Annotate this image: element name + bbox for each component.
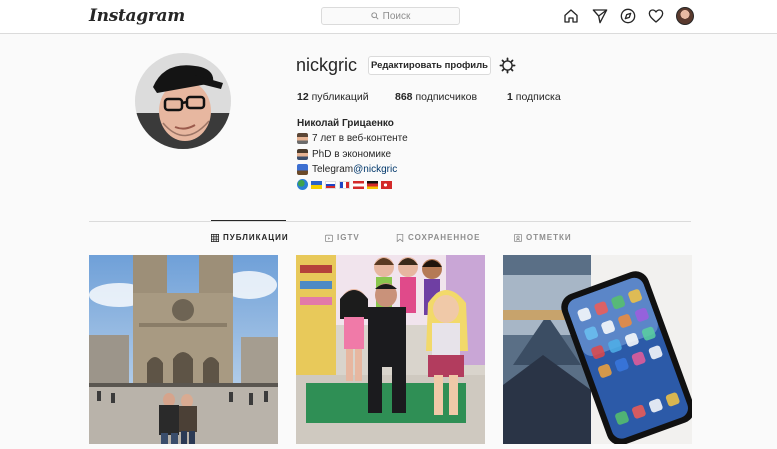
bookmark-icon bbox=[396, 233, 404, 242]
activity-heart-icon[interactable] bbox=[648, 8, 664, 24]
stat-posts: 12 публикаций bbox=[297, 91, 369, 103]
tagged-icon bbox=[514, 233, 522, 242]
edit-profile-button[interactable]: Редактировать профиль bbox=[368, 56, 491, 75]
telegram-link[interactable]: @nickgric bbox=[353, 164, 397, 175]
posts-label: публикаций bbox=[311, 91, 369, 103]
settings-gear-icon[interactable] bbox=[499, 57, 516, 74]
bio-text-2: PhD в экономике bbox=[312, 149, 392, 160]
bio-text-1: 7 лет в веб-контенте bbox=[312, 133, 408, 144]
bio-text-3: Telegram bbox=[312, 164, 354, 175]
home-icon[interactable] bbox=[563, 8, 579, 24]
profile-username: nickgric bbox=[296, 55, 358, 75]
man-teacher-icon bbox=[297, 149, 308, 160]
bio-line-2: PhD в экономике bbox=[297, 149, 391, 160]
following-label: подписка bbox=[515, 91, 561, 103]
post-thumbnail-1[interactable] bbox=[89, 255, 278, 444]
flag-turkey-icon bbox=[381, 180, 392, 189]
flag-russia-icon bbox=[325, 180, 336, 189]
bio-line-1: 7 лет в веб-контенте bbox=[297, 133, 408, 144]
tab-posts-label: ПУБЛИКАЦИИ bbox=[223, 233, 289, 242]
search-placeholder: Поиск bbox=[382, 10, 411, 22]
following-count: 1 bbox=[507, 91, 513, 103]
posts-count: 12 bbox=[297, 91, 309, 103]
flag-austria-icon bbox=[353, 180, 364, 189]
direct-icon[interactable] bbox=[592, 8, 608, 24]
top-nav-bar: Instagram Поиск bbox=[0, 0, 777, 34]
igtv-icon bbox=[325, 234, 333, 242]
stat-followers[interactable]: 868 подписчиков bbox=[395, 91, 477, 103]
explore-icon[interactable] bbox=[620, 8, 636, 24]
bio-line-3: Telegram @nickgric bbox=[297, 164, 397, 175]
globe-icon bbox=[297, 179, 308, 190]
tabs-divider bbox=[89, 221, 691, 222]
tab-saved[interactable]: СОХРАНЕННОЕ bbox=[396, 233, 480, 242]
profile-full-name: Николай Грицаенко bbox=[297, 118, 394, 129]
search-icon bbox=[370, 12, 379, 20]
active-tab-indicator bbox=[211, 220, 286, 221]
followers-count: 868 bbox=[395, 91, 413, 103]
tab-posts[interactable]: ПУБЛИКАЦИИ bbox=[211, 233, 289, 242]
tab-tagged-label: ОТМЕТКИ bbox=[526, 233, 572, 242]
flag-germany-icon bbox=[367, 180, 378, 189]
tab-igtv[interactable]: IGTV bbox=[325, 233, 360, 242]
grid-icon bbox=[211, 233, 219, 242]
flag-ukraine-icon bbox=[311, 180, 322, 189]
tab-saved-label: СОХРАНЕННОЕ bbox=[408, 233, 481, 242]
bio-flags bbox=[297, 179, 392, 190]
stat-following[interactable]: 1 подписка bbox=[507, 91, 561, 103]
followers-label: подписчиков bbox=[415, 91, 478, 103]
flag-france-icon bbox=[339, 180, 350, 189]
flags-row bbox=[297, 179, 392, 190]
mailbox-icon bbox=[297, 164, 308, 175]
profile-photo[interactable] bbox=[135, 53, 231, 149]
profile-avatar-nav[interactable] bbox=[676, 7, 694, 25]
man-technologist-icon bbox=[297, 133, 308, 144]
post-thumbnail-2[interactable] bbox=[296, 255, 485, 444]
tab-igtv-label: IGTV bbox=[337, 233, 360, 242]
post-thumbnail-3[interactable] bbox=[503, 255, 692, 444]
search-input[interactable]: Поиск bbox=[321, 7, 460, 25]
tab-tagged[interactable]: ОТМЕТКИ bbox=[514, 233, 572, 242]
instagram-logo[interactable]: Instagram bbox=[89, 6, 185, 26]
